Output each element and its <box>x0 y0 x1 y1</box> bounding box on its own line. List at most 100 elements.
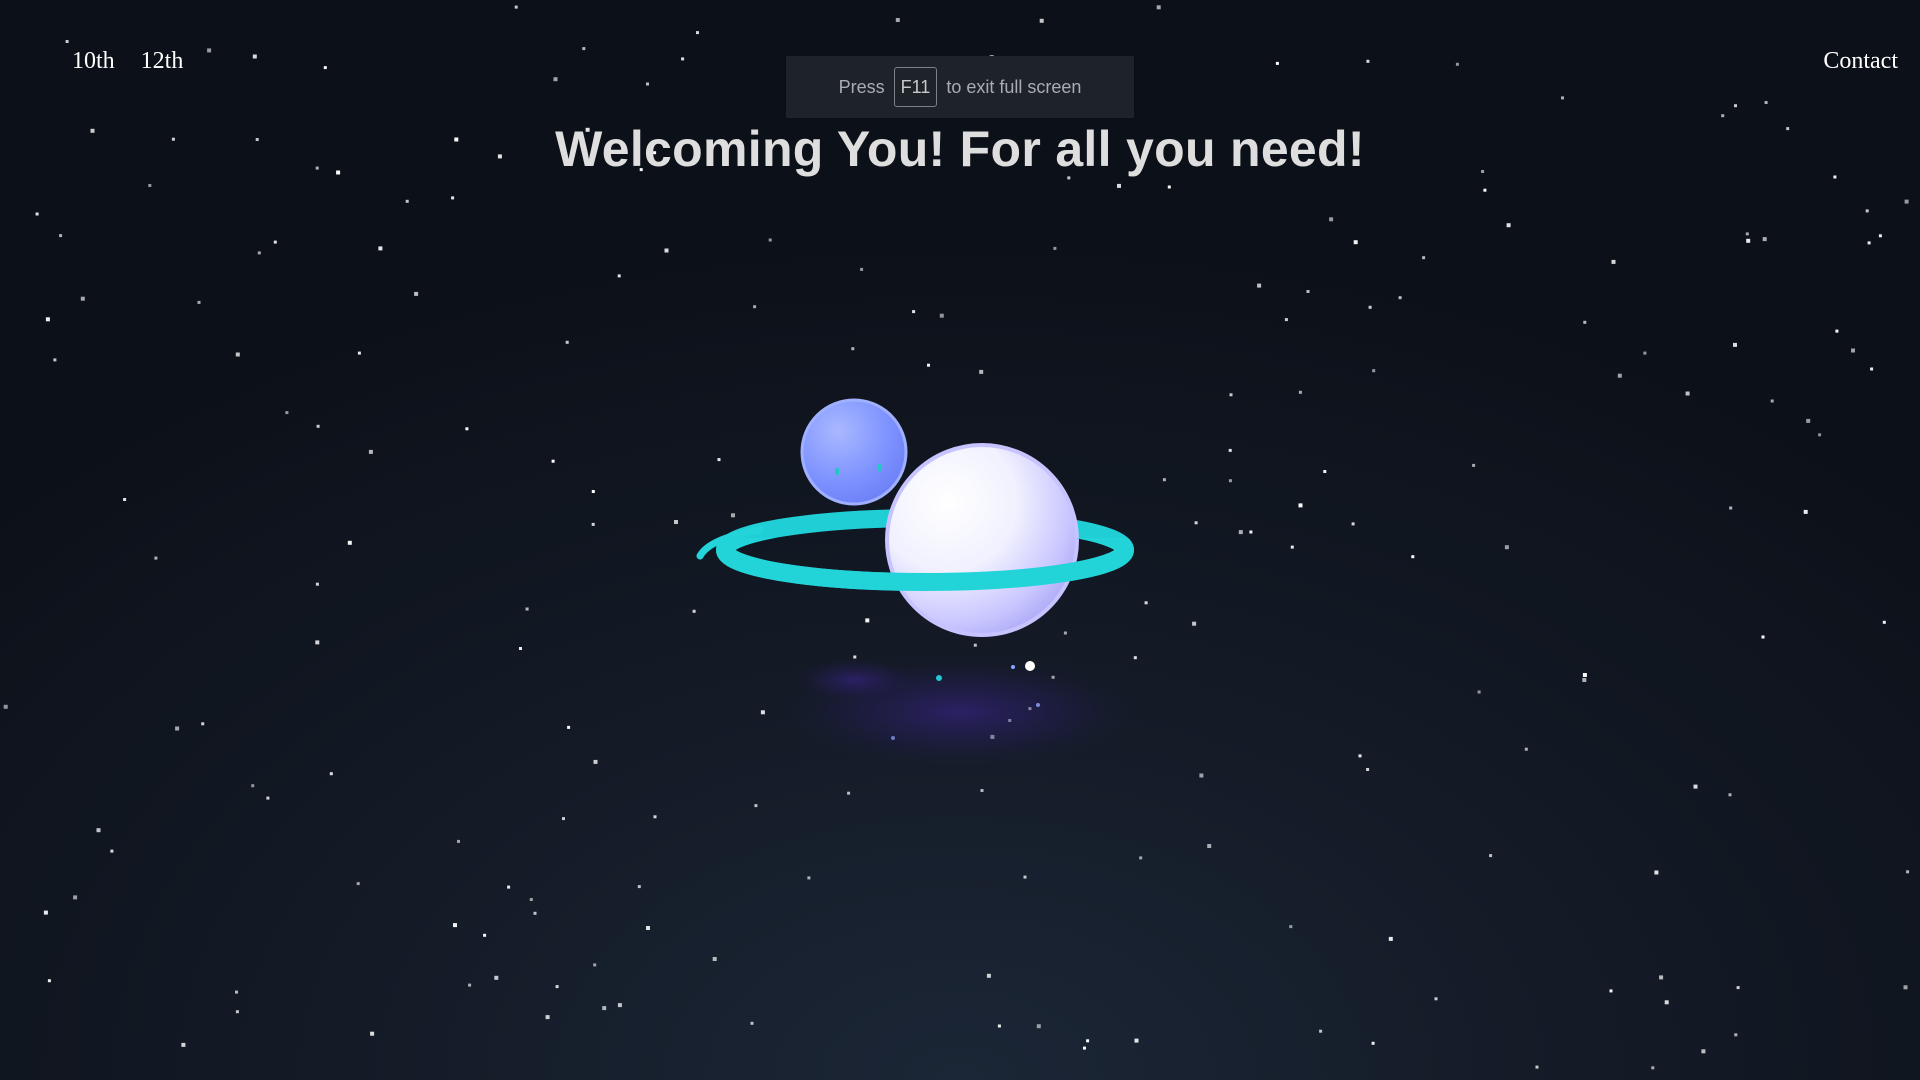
star <box>257 251 261 255</box>
star <box>617 1003 622 1008</box>
star <box>43 910 48 915</box>
star <box>1882 620 1886 624</box>
planet-glow-small <box>795 658 915 702</box>
star <box>1664 1000 1669 1005</box>
star <box>316 424 320 428</box>
star <box>1053 246 1057 250</box>
star <box>1290 545 1294 549</box>
star <box>851 347 855 351</box>
star <box>514 5 518 9</box>
star <box>1764 101 1768 104</box>
star <box>1275 61 1279 65</box>
star <box>1729 506 1733 510</box>
star <box>1806 418 1811 423</box>
star <box>1306 290 1310 293</box>
star <box>1611 259 1616 264</box>
star <box>712 957 717 961</box>
star <box>207 48 212 53</box>
star <box>860 267 864 271</box>
top-nav-right: Contact <box>1823 48 1898 75</box>
star <box>1455 62 1459 66</box>
star <box>562 817 565 821</box>
star <box>1701 1049 1706 1054</box>
star <box>1504 545 1509 550</box>
star <box>1351 522 1355 526</box>
star <box>1398 296 1402 300</box>
star <box>1483 188 1487 192</box>
star <box>273 240 277 244</box>
star <box>1609 989 1613 993</box>
star <box>646 926 650 930</box>
star <box>453 923 457 928</box>
star <box>368 449 373 454</box>
star <box>617 274 621 278</box>
star <box>1818 433 1822 437</box>
star <box>593 963 597 967</box>
star <box>1685 391 1690 396</box>
star <box>1770 399 1774 403</box>
star <box>602 1006 607 1011</box>
star <box>807 876 811 880</box>
fullscreen-notice-prefix: Press <box>838 76 885 97</box>
star <box>1477 690 1481 694</box>
star <box>533 911 537 915</box>
star <box>1329 217 1334 222</box>
star <box>123 498 127 501</box>
nav-link-10th[interactable]: 10th <box>72 48 115 75</box>
star <box>329 772 333 776</box>
star <box>912 310 916 314</box>
star <box>1659 975 1664 980</box>
particle <box>1036 703 1040 707</box>
star <box>1654 870 1659 875</box>
star <box>1298 503 1303 508</box>
contact-link[interactable]: Contact <box>1823 48 1898 74</box>
star <box>507 885 511 889</box>
star <box>1582 673 1587 677</box>
star <box>1086 1039 1090 1043</box>
star <box>181 1042 186 1047</box>
star <box>646 82 649 86</box>
star <box>1734 104 1737 108</box>
fullscreen-notice: Press F11 to exit full screen <box>786 56 1134 118</box>
star <box>1289 925 1293 929</box>
star <box>1903 985 1908 990</box>
star <box>664 248 669 253</box>
star <box>1582 678 1587 682</box>
star <box>47 979 51 983</box>
star <box>1506 223 1511 228</box>
star <box>1904 199 1909 204</box>
star <box>347 540 352 545</box>
star <box>545 1015 550 1020</box>
star <box>555 985 559 989</box>
star <box>357 351 361 355</box>
star <box>567 725 571 729</box>
star <box>768 238 772 242</box>
star <box>591 490 595 493</box>
star <box>1651 1066 1655 1070</box>
star <box>1693 784 1698 789</box>
star <box>1371 1041 1375 1045</box>
planet-icon <box>885 443 1079 637</box>
star <box>1434 997 1438 1001</box>
star <box>1734 1033 1738 1037</box>
star <box>1388 936 1393 941</box>
star <box>1870 367 1874 371</box>
star <box>1167 185 1171 189</box>
star <box>1643 351 1647 355</box>
star <box>1284 318 1288 322</box>
star <box>59 234 63 238</box>
star <box>1422 256 1426 260</box>
particle <box>936 675 942 681</box>
nav-link-12th[interactable]: 12th <box>141 48 184 75</box>
star <box>323 66 327 70</box>
star <box>96 828 101 833</box>
star <box>1803 509 1808 514</box>
star <box>681 57 685 61</box>
fullscreen-notice-suffix: to exit full screen <box>946 76 1082 97</box>
star <box>35 212 39 216</box>
moon-icon <box>800 398 908 506</box>
star <box>1535 1065 1539 1069</box>
star <box>201 722 205 726</box>
star <box>235 1010 239 1014</box>
star <box>1851 348 1855 353</box>
